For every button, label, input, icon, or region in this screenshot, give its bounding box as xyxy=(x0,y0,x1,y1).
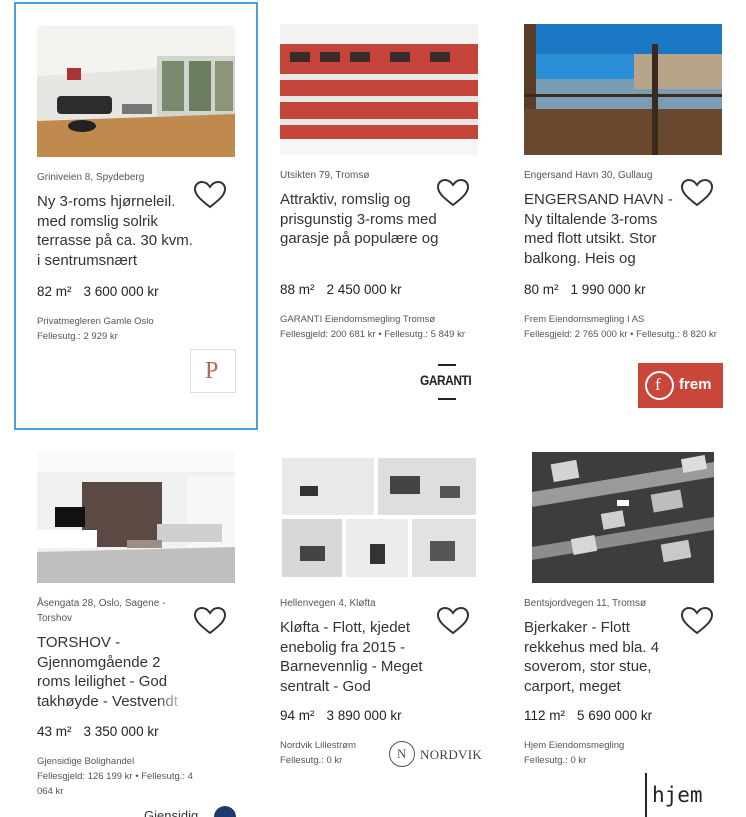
listing-photo-4[interactable] xyxy=(37,452,235,583)
listing-price: 2 450 000 kr xyxy=(326,282,402,297)
listing-price: 3 600 000 kr xyxy=(83,284,159,299)
listing-photo-5[interactable] xyxy=(280,456,478,579)
hjem-logo: hjem xyxy=(645,773,719,817)
listing-price-row: 88 m² 2 450 000 kr xyxy=(280,282,402,297)
listing-area: 94 m² xyxy=(280,708,315,723)
favorite-heart-icon[interactable] xyxy=(436,606,470,636)
listing-broker: Privatmegleren Gamle Oslo xyxy=(37,316,154,327)
listing-fees: Fellesgjeld: 126 199 kr • Fellesutg.: 4 … xyxy=(37,771,193,797)
frem-logo: f frem xyxy=(638,363,723,408)
listing-card-6[interactable]: Bentsjordvegen 11, Tromsø Bjerkaker - Fl… xyxy=(502,430,746,817)
listing-fees: Fellesgjeld: 200 681 kr • Fellesutg.: 5 … xyxy=(280,329,465,340)
listing-area: 82 m² xyxy=(37,284,72,299)
title-fade-overlay xyxy=(410,249,440,268)
title-fade-overlay xyxy=(410,677,440,696)
listing-price: 3 890 000 kr xyxy=(326,708,402,723)
nordvik-logo: N NORDVIK xyxy=(389,741,482,771)
title-fade-overlay xyxy=(644,677,674,696)
listing-broker: Gjensidige Bolighandel xyxy=(37,756,135,767)
favorite-heart-icon[interactable] xyxy=(436,178,470,208)
listing-photo-6[interactable] xyxy=(532,452,714,583)
listing-title[interactable]: Attraktiv, romslig og prisgunstig 3-roms… xyxy=(280,190,440,268)
listing-area: 80 m² xyxy=(524,282,559,297)
listing-price: 3 350 000 kr xyxy=(83,724,159,739)
listing-card-3[interactable]: Engersand Havn 30, Gullaug ENGERSAND HAV… xyxy=(502,2,746,430)
title-fade-overlay xyxy=(654,249,684,268)
favorite-heart-icon[interactable] xyxy=(680,178,714,208)
listing-title[interactable]: TORSHOV - Gjennomgående 2 roms leilighet… xyxy=(37,633,187,711)
listing-card-1[interactable]: Griniveien 8, Spydeberg Ny 3-roms hjørne… xyxy=(14,2,258,430)
privatmegleren-logo: P xyxy=(190,349,236,393)
listing-card-4[interactable]: Åsengata 28, Oslo, Sagene - Torshov TORS… xyxy=(14,430,258,817)
listing-price-row: 82 m² 3 600 000 kr xyxy=(37,284,159,299)
listing-price-row: 80 m² 1 990 000 kr xyxy=(524,282,646,297)
listing-broker: Frem Eiendomsmegling I AS xyxy=(524,314,645,325)
listing-card-2[interactable]: Utsikten 79, Tromsø Attraktiv, romslig o… xyxy=(258,2,502,430)
listing-price: 1 990 000 kr xyxy=(570,282,646,297)
listing-title[interactable]: Bjerkaker - Flott rekkehus med bla. 4 so… xyxy=(524,618,674,696)
listing-fees: Fellesutg.: 0 kr xyxy=(280,755,343,766)
listing-fees: Fellesutg.: 2 929 kr xyxy=(37,331,118,342)
title-fade-overlay xyxy=(167,251,197,270)
listing-card-5[interactable]: Hellenvegen 4, Kløfta Kløfta - Flott, kj… xyxy=(258,430,502,817)
favorite-heart-icon[interactable] xyxy=(193,180,227,210)
listing-price-row: 112 m² 5 690 000 kr xyxy=(524,708,652,723)
listing-price: 5 690 000 kr xyxy=(577,708,653,723)
listing-area: 88 m² xyxy=(280,282,315,297)
listing-location: Åsengata 28, Oslo, Sagene - Torshov xyxy=(37,598,166,624)
favorite-heart-icon[interactable] xyxy=(193,606,227,636)
listing-broker: Hjem Eiendomsmegling xyxy=(524,740,625,751)
garanti-logo: GARANTI xyxy=(418,362,482,402)
listing-title[interactable]: ENGERSAND HAVN - Ny tiltalende 3-roms me… xyxy=(524,190,684,268)
listing-area: 112 m² xyxy=(524,708,566,723)
listing-fees: Fellesutg.: 0 kr xyxy=(524,755,587,766)
listing-photo-3[interactable] xyxy=(524,24,722,155)
listing-price-row: 43 m² 3 350 000 kr xyxy=(37,724,159,739)
listing-title[interactable]: Kløfta - Flott, kjedet enebolig fra 2015… xyxy=(280,618,440,696)
listing-area: 43 m² xyxy=(37,724,72,739)
gjensidige-logo: Gjensidig xyxy=(144,806,240,817)
favorite-heart-icon[interactable] xyxy=(680,606,714,636)
listing-broker: Nordvik Lillestrøm xyxy=(280,740,357,751)
listing-photo-2[interactable] xyxy=(280,24,478,155)
listing-photo-1[interactable] xyxy=(37,26,235,157)
listing-broker: GARANTI Eiendomsmegling Tromsø xyxy=(280,314,436,325)
title-fade-overlay xyxy=(157,692,187,711)
listing-title[interactable]: Ny 3-roms hjørneleil. med romslig solrik… xyxy=(37,192,197,270)
listing-price-row: 94 m² 3 890 000 kr xyxy=(280,708,402,723)
listing-fees: Fellesgjeld: 2 765 000 kr • Fellesutg.: … xyxy=(524,329,717,340)
